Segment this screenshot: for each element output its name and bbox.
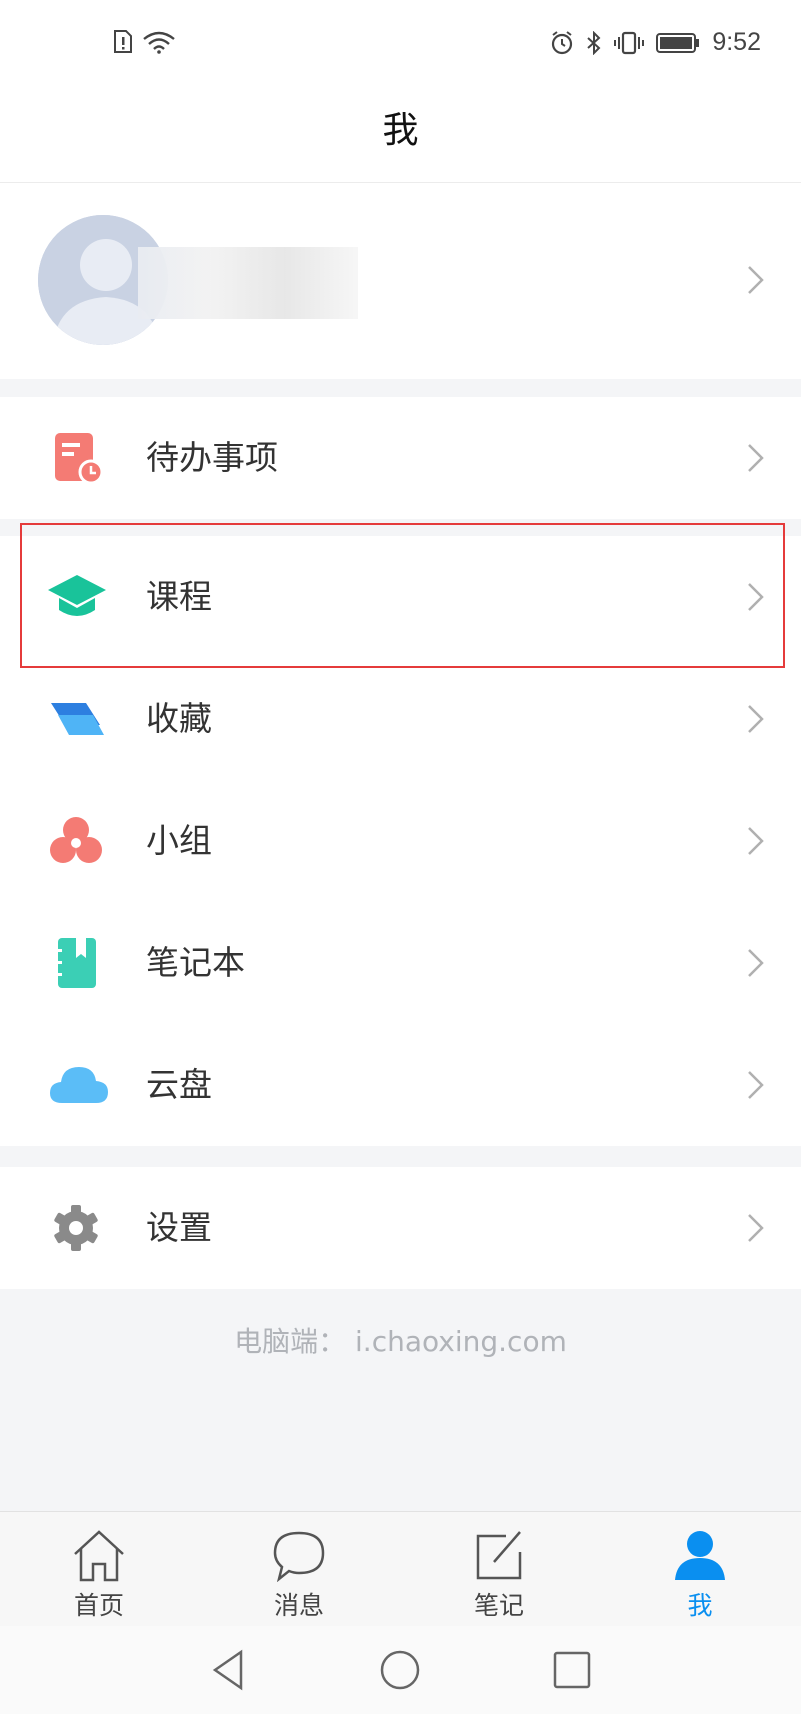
menu-item-notebook[interactable]: 笔记本 xyxy=(0,902,801,1024)
home-circle-icon[interactable] xyxy=(378,1648,422,1692)
chevron-right-icon xyxy=(748,949,764,977)
recents-square-icon[interactable] xyxy=(550,1648,594,1692)
vibrate-icon xyxy=(614,31,645,54)
menu-item-todo[interactable]: 待办事项 xyxy=(0,397,801,519)
chevron-right-icon xyxy=(748,1071,764,1099)
alarm-icon xyxy=(552,30,573,54)
menu-label-groups: 小组 xyxy=(146,821,212,860)
title-bar: 我 xyxy=(0,90,801,183)
menu-label-favorites: 收藏 xyxy=(146,699,212,738)
system-nav-bar xyxy=(0,1626,801,1714)
wifi-icon xyxy=(143,31,175,54)
menu-label-cloud-disk: 云盘 xyxy=(146,1065,212,1104)
menu-item-cloud-disk[interactable]: 云盘 xyxy=(0,1024,801,1146)
menu-item-groups[interactable]: 小组 xyxy=(0,780,801,902)
chevron-right-icon xyxy=(748,705,764,733)
menu-item-settings[interactable]: 设置 xyxy=(0,1167,801,1289)
tab-me[interactable]: 我 xyxy=(640,1512,760,1627)
gear-icon xyxy=(54,1205,98,1251)
graduation-cap-icon xyxy=(48,575,106,616)
profile-row[interactable] xyxy=(0,183,801,379)
tab-me-label: 我 xyxy=(687,1591,713,1620)
status-bar: 9:52 xyxy=(0,0,801,90)
menu-item-course[interactable]: 课程 xyxy=(0,536,801,658)
chevron-right-icon xyxy=(748,1214,764,1242)
tab-messages-label: 消息 xyxy=(273,1591,324,1620)
home-icon xyxy=(74,1530,124,1582)
status-time: 9:52 xyxy=(712,28,761,56)
cloud-icon xyxy=(50,1067,108,1103)
back-triangle-icon[interactable] xyxy=(207,1648,251,1692)
page-title: 我 xyxy=(382,110,419,151)
notebook-icon xyxy=(54,938,96,988)
tab-notes-label: 笔记 xyxy=(473,1591,524,1620)
chevron-right-icon xyxy=(748,444,764,472)
tab-messages[interactable]: 消息 xyxy=(239,1512,359,1627)
chevron-right-icon xyxy=(748,583,764,611)
sim-alert-icon xyxy=(114,30,132,53)
folder-stack-icon xyxy=(51,703,104,735)
bottom-tab-bar: 首页 消息 笔记 我 xyxy=(0,1511,801,1627)
menu-label-notebook: 笔记本 xyxy=(146,943,245,982)
tab-home-label: 首页 xyxy=(73,1591,124,1620)
menu-label-todo: 待办事项 xyxy=(146,438,278,477)
menu-label-course: 课程 xyxy=(146,577,212,616)
tab-notes[interactable]: 笔记 xyxy=(439,1512,559,1627)
group-circles-icon xyxy=(50,817,102,863)
chevron-right-icon xyxy=(748,266,764,294)
edit-note-icon xyxy=(476,1531,522,1580)
user-icon xyxy=(675,1531,725,1580)
pc-site-text: 电脑端： i.chaoxing.com xyxy=(234,1325,567,1358)
user-name-blurred xyxy=(138,247,358,319)
battery-icon xyxy=(656,32,700,53)
tab-home[interactable]: 首页 xyxy=(39,1512,159,1627)
menu-item-favorites[interactable]: 收藏 xyxy=(0,658,801,780)
bluetooth-icon xyxy=(587,30,601,55)
menu-label-settings: 设置 xyxy=(146,1208,212,1247)
chat-bubble-icon xyxy=(273,1531,325,1582)
todo-list-icon xyxy=(55,433,104,485)
chevron-right-icon xyxy=(748,827,764,855)
